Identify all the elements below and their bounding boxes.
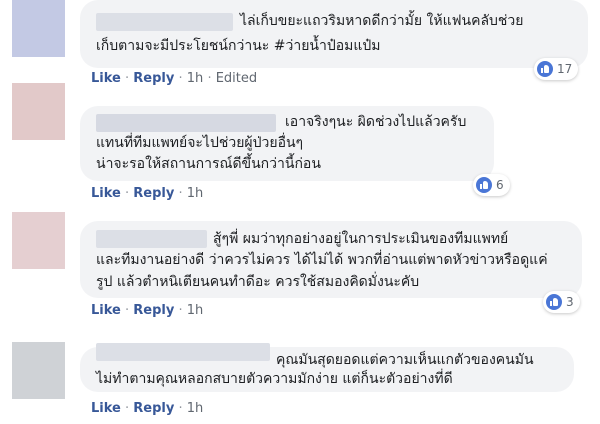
- comment-timestamp[interactable]: 1h: [187, 303, 204, 318]
- comment-actions: Like · Reply · 1h: [91, 303, 204, 318]
- comment-actions: Like · Reply · 1h · Edited: [91, 71, 258, 86]
- comment-timestamp[interactable]: 1h: [187, 71, 204, 86]
- comment-text-line: สู้ๆพี่ ผมว่าทุกอย่างอยู่ในการประเมินของ…: [213, 231, 509, 247]
- redacted-commenter-name[interactable]: [96, 230, 207, 248]
- edited-label[interactable]: Edited: [216, 71, 257, 86]
- like-reaction-icon: [537, 61, 553, 77]
- reaction-count: 17: [557, 62, 573, 76]
- reaction-summary[interactable]: 17: [534, 58, 579, 80]
- comment-actions: Like · Reply · 1h: [91, 186, 204, 201]
- reaction-count: 3: [566, 295, 574, 309]
- commenter-avatar[interactable]: [12, 342, 65, 399]
- comment-text-line: คุณมันสุดยอดแต่ความเห็นแกตัวของคนมัน: [276, 352, 534, 368]
- reaction-summary[interactable]: 6: [473, 174, 510, 196]
- commenter-avatar[interactable]: [12, 0, 65, 57]
- comment-text-line: น่าจะรอให้สถานการณ์ดีขึ้นกว่านี้ก่อน: [96, 156, 321, 172]
- reaction-count: 6: [496, 178, 504, 192]
- redacted-commenter-name[interactable]: [96, 114, 276, 132]
- like-reaction-icon: [546, 294, 562, 310]
- comment-text-line: ไม่ทำตามคุณหลอกสบายตัวความมักง่าย แต่ก็น…: [96, 371, 453, 387]
- comment-text-line: เอาจริงๆนะ ผิดช่วงไปแล้วครับ: [285, 114, 467, 130]
- comment-text-line: ไล่เก็บขยะแถวริมหาดดีกว่ามั้ย ให้แฟนคลับ…: [240, 13, 524, 29]
- comment-actions: Like · Reply · 1h: [91, 401, 204, 416]
- reply-link[interactable]: Reply: [133, 71, 174, 86]
- comment-timestamp[interactable]: 1h: [187, 401, 204, 416]
- like-link[interactable]: Like: [91, 401, 121, 416]
- redacted-commenter-name[interactable]: [96, 13, 233, 31]
- redacted-commenter-name[interactable]: [96, 343, 270, 361]
- like-link[interactable]: Like: [91, 186, 121, 201]
- commenter-avatar[interactable]: [12, 212, 65, 269]
- like-reaction-icon: [476, 177, 492, 193]
- comment-text-line: แทนที่ทีมแพทย์จะไปช่วยผู้ป่วยอื่นๆ: [96, 135, 304, 151]
- comment-text-line: และทีมงานอย่างดี ว่าควรไม่ควร ได้ไม่ได้ …: [96, 252, 548, 268]
- reaction-summary[interactable]: 3: [543, 291, 580, 313]
- reply-link[interactable]: Reply: [133, 303, 174, 318]
- like-link[interactable]: Like: [91, 303, 121, 318]
- reply-link[interactable]: Reply: [133, 186, 174, 201]
- like-link[interactable]: Like: [91, 71, 121, 86]
- comment-text-line: เก็บตามจะมีประโยชน์กว่านะ #ว่ายน้ำป๋อมแป…: [96, 38, 381, 54]
- comment-timestamp[interactable]: 1h: [187, 186, 204, 201]
- comment-bubble: [80, 0, 588, 68]
- reply-link[interactable]: Reply: [133, 401, 174, 416]
- commenter-avatar[interactable]: [12, 83, 65, 140]
- comment-text-line: รูป แล้วตำหนิเตียนคนทำดีอะ ควรใช้สมองคิด…: [96, 274, 420, 290]
